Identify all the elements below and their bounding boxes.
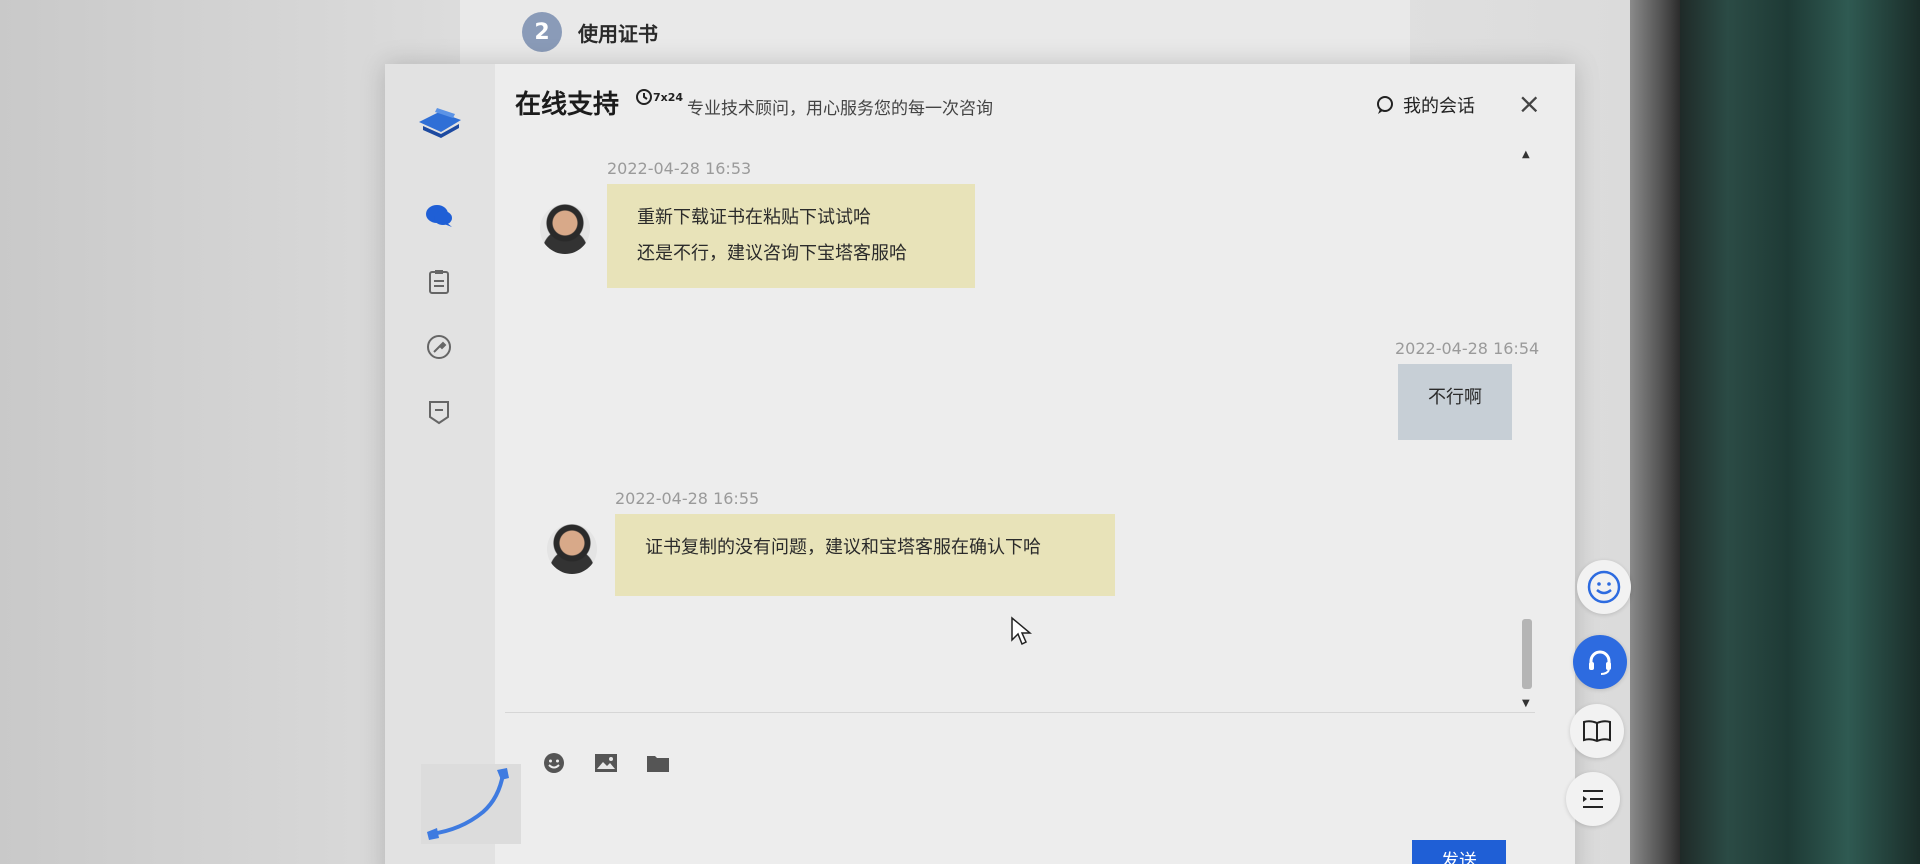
agent-message-bubble: 重新下载证书在粘贴下试试哈 还是不行，建议咨询下宝塔客服哈 xyxy=(607,184,975,288)
clock-icon xyxy=(636,89,652,105)
message-timestamp: 2022-04-28 16:53 xyxy=(607,159,752,178)
chat-bubble-icon xyxy=(1377,96,1393,114)
close-button[interactable]: × xyxy=(1518,90,1541,118)
left-rail xyxy=(385,64,521,864)
image-icon xyxy=(595,754,617,772)
agent-avatar xyxy=(547,524,597,574)
book-icon xyxy=(1583,720,1611,743)
my-chats-button[interactable]: 我的会话 xyxy=(1375,92,1475,118)
service-hours-text: 7x24 xyxy=(653,90,684,104)
chat-title: 在线支持 xyxy=(515,90,620,120)
smile-icon xyxy=(1587,570,1621,604)
step-label: 使用证书 xyxy=(578,21,658,46)
clipboard-icon xyxy=(429,270,449,294)
monitor-bezel xyxy=(1630,0,1680,864)
mouse-cursor-icon xyxy=(1011,616,1032,646)
message-line: 证书复制的没有问题，建议和宝塔客服在确认下哈 xyxy=(645,537,1041,558)
headset-icon xyxy=(1589,650,1611,675)
emoji-icon xyxy=(544,753,564,773)
service-hours-badge: 7x24 xyxy=(635,88,683,106)
message-timestamp: 2022-04-28 16:55 xyxy=(615,489,760,508)
indent-list-icon xyxy=(1583,790,1603,808)
folder-icon xyxy=(647,756,669,772)
rail-feedback-button[interactable] xyxy=(419,392,459,432)
feedback-icon xyxy=(429,401,449,425)
support-chat-modal: 在线支持 7x24 专业技术顾问，用心服务您的每一次咨询 我的会话 × 2022… xyxy=(385,64,1575,864)
my-chats-label: 我的会话 xyxy=(1403,96,1475,117)
message-scrollbar[interactable]: ▲ ▼ xyxy=(1520,149,1534,709)
image-button[interactable] xyxy=(593,750,619,776)
step-number: 2 xyxy=(522,12,562,52)
chat-icon xyxy=(426,205,452,227)
background-curtain xyxy=(1680,0,1920,864)
agent-message-bubble: 证书复制的没有问题，建议和宝塔客服在确认下哈 xyxy=(615,514,1115,596)
composer-divider xyxy=(505,712,1535,713)
chat-subtitle: 专业技术顾问，用心服务您的每一次咨询 xyxy=(687,99,993,119)
rail-tools-button[interactable] xyxy=(419,327,459,367)
user-message-bubble: 不行啊 xyxy=(1398,364,1512,440)
message-line: 不行啊 xyxy=(1428,387,1482,408)
rail-chat-button[interactable] xyxy=(419,196,459,236)
support-logo-icon xyxy=(419,108,461,138)
scroll-down-arrow-icon[interactable]: ▼ xyxy=(1522,698,1530,709)
emoji-button[interactable] xyxy=(541,750,567,776)
composer-toolbar xyxy=(541,750,671,776)
agent-avatar xyxy=(540,204,590,254)
phone-decoration-icon xyxy=(421,764,521,844)
customer-service-button[interactable] xyxy=(1573,635,1627,689)
file-button[interactable] xyxy=(645,750,671,776)
rail-tickets-button[interactable] xyxy=(419,262,459,302)
docs-button[interactable] xyxy=(1570,704,1624,758)
step-heading: 2 使用证书 xyxy=(522,12,658,52)
message-line: 还是不行，建议咨询下宝塔客服哈 xyxy=(637,243,907,264)
satisfaction-button[interactable] xyxy=(1577,560,1631,614)
send-button[interactable]: 发送 xyxy=(1412,840,1506,864)
tool-icon xyxy=(427,335,451,359)
message-line: 重新下载证书在粘贴下试试哈 xyxy=(637,207,871,228)
message-timestamp: 2022-04-28 16:54 xyxy=(1395,339,1540,358)
scroll-up-arrow-icon[interactable]: ▲ xyxy=(1522,149,1530,160)
menu-button[interactable] xyxy=(1566,772,1620,826)
scrollbar-thumb[interactable] xyxy=(1522,619,1532,689)
chat-header: 在线支持 7x24 专业技术顾问，用心服务您的每一次咨询 我的会话 × xyxy=(495,64,1575,144)
